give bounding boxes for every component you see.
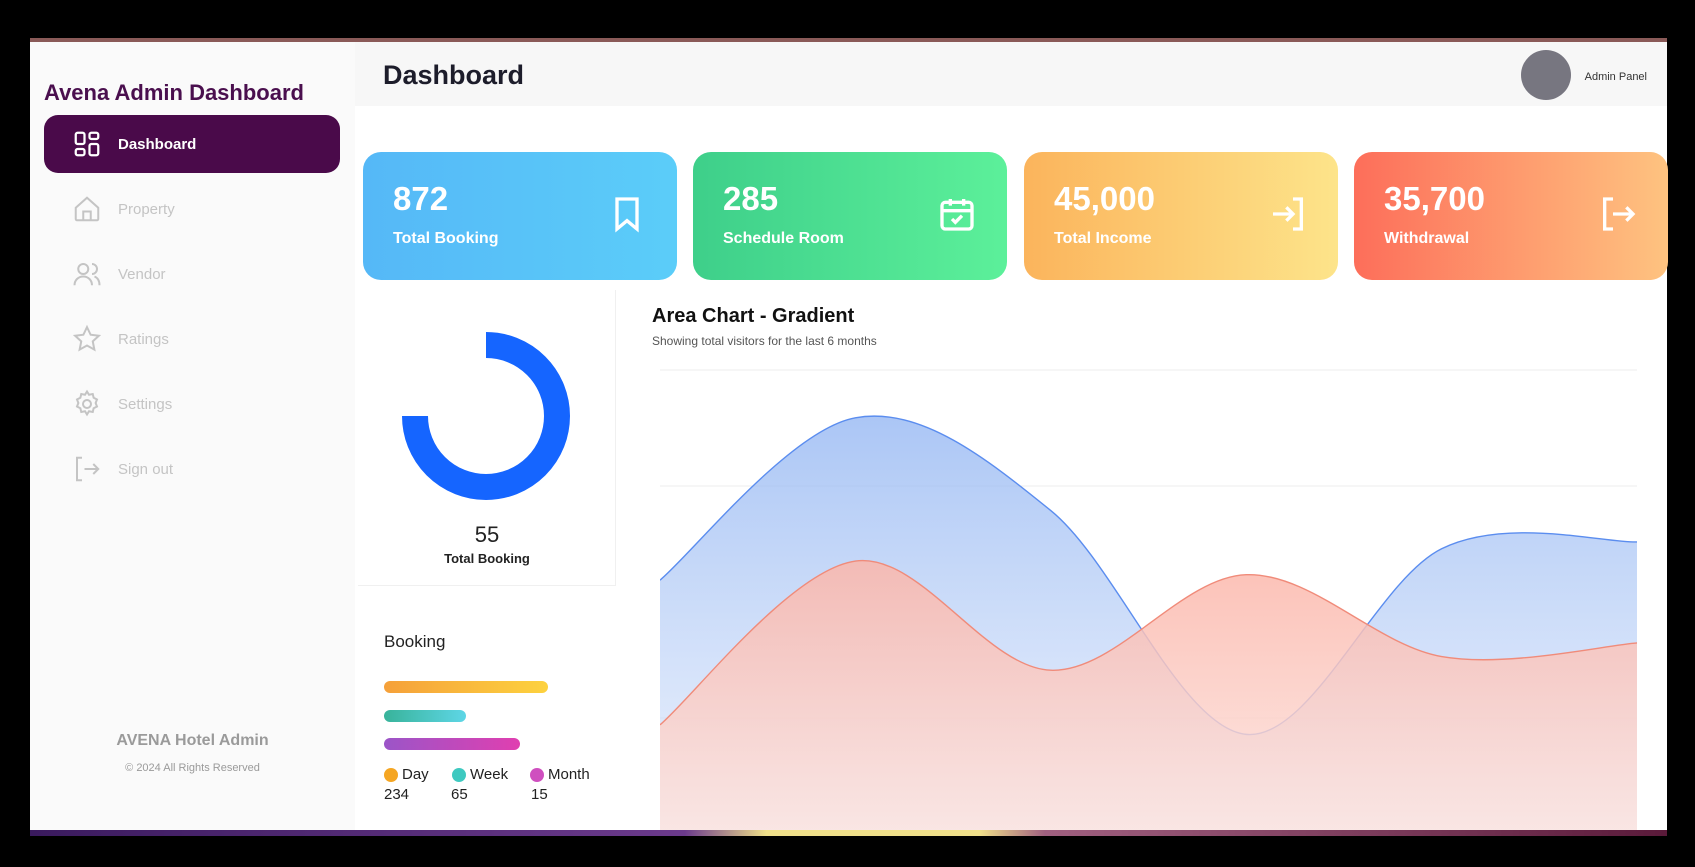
page-title: Dashboard [383,60,525,90]
chart-title: Area Chart - Gradient [652,305,855,327]
grid-icon [74,131,100,157]
stat-value: 285 [723,180,779,217]
sidebar-item-property[interactable]: Property [44,180,340,238]
sidebar-item-label: Sign out [118,460,174,478]
sidebar-item-vendor[interactable]: Vendor [44,245,340,303]
sidebar-item-label: Settings [118,395,173,413]
legend-value-day: 234 [384,786,410,803]
gear-icon [75,389,99,417]
users-icon [73,263,101,286]
legend-day: Day [384,766,429,783]
stat-card-withdrawal[interactable]: 35,700 Withdrawal [1354,152,1668,280]
login-icon [1273,197,1303,231]
stat-value: 45,000 [1054,180,1155,217]
chart-subtitle: Showing total visitors for the last 6 mo… [652,334,877,348]
sidebar: Avena Admin Dashboard Dashboard Property… [30,42,355,834]
sidebar-item-label: Property [118,200,175,218]
donut-chart [402,332,570,500]
legend-label: Week [470,766,509,783]
sidebar-footer-title: AVENA Hotel Admin [116,732,269,749]
sidebar-item-label: Ratings [118,330,169,348]
bottom-strip [30,830,1667,836]
booking-bar-day [384,681,548,693]
sidebar-item-settings[interactable]: Settings [44,375,340,433]
legend-month: Month [530,766,590,783]
stat-label: Total Income [1054,230,1152,247]
star-icon [72,324,102,352]
stat-card-schedule-room[interactable]: 285 Schedule Room [693,152,1007,280]
area-chart [660,369,1638,834]
sidebar-item-dashboard[interactable]: Dashboard [44,115,340,173]
sidebar-item-label: Vendor [118,265,166,283]
stat-label: Total Booking [393,230,499,247]
legend-dot-icon [530,767,544,782]
stat-card-total-booking[interactable]: 872 Total Booking [363,152,677,280]
donut-value: 55 [474,522,500,547]
calendar-check-icon [940,199,974,231]
booking-bar-week [384,710,466,722]
signout-icon [76,456,100,482]
booking-title: Booking [384,632,446,651]
brand-title: Avena Admin Dashboard [44,80,304,105]
stat-label: Withdrawal [1384,230,1470,247]
stat-label: Schedule Room [723,230,844,247]
bookmark-icon [615,197,639,233]
stat-value: 35,700 [1384,180,1485,217]
legend-dot-icon [452,767,466,782]
sidebar-item-label: Dashboard [118,135,197,153]
legend-value-month: 15 [531,786,548,803]
donut-arc [402,332,570,500]
top-header: Dashboard Admin Panel [355,42,1667,106]
booking-bar-month [384,738,520,750]
legend-label: Day [402,766,429,783]
legend-dot-icon [384,767,398,782]
sidebar-footer-copyright: © 2024 All Rights Reserved [125,762,260,774]
avatar[interactable] [1521,50,1571,100]
sidebar-item-ratings[interactable]: Ratings [44,310,340,368]
legend-value-week: 65 [451,786,468,803]
home-icon [74,196,100,222]
legend-label: Month [548,766,590,783]
sidebar-item-signout[interactable]: Sign out [44,440,340,498]
legend-week: Week [452,766,508,783]
donut-label: Total Booking [444,551,530,566]
stat-value: 872 [393,180,449,217]
stat-card-total-income[interactable]: 45,000 Total Income [1024,152,1338,280]
admin-panel-label[interactable]: Admin Panel [1585,71,1647,83]
logout-icon [1603,197,1636,231]
